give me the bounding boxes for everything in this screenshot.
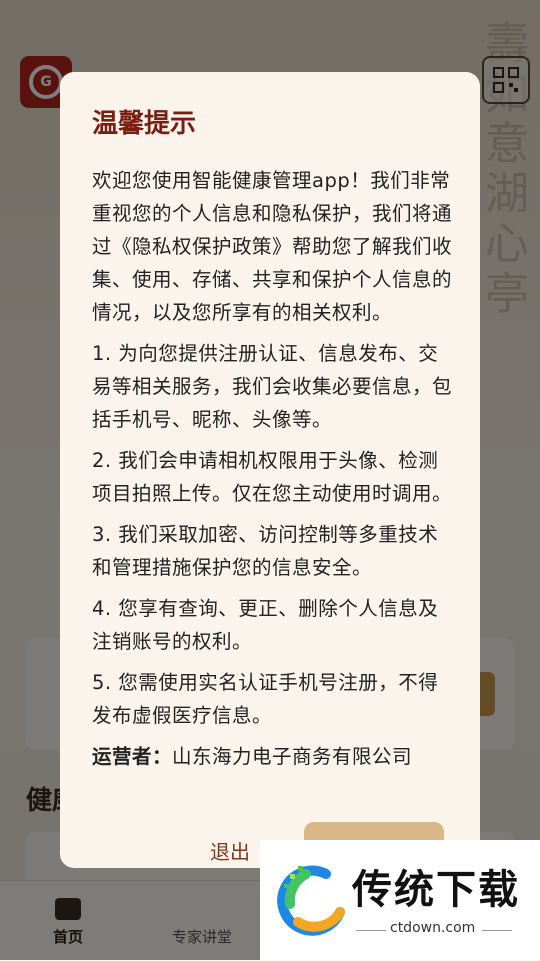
dialog-intro: 欢迎您使用智能健康管理app！我们非常重视您的个人信息和隐私保护，我们将通过《隐… — [92, 169, 452, 324]
dialog-item-3: 3. 我们采取加密、访问控制等多重技术和管理措施保护您的信息安全。 — [92, 523, 439, 579]
watermark-logo-icon — [277, 865, 345, 936]
dialog-item-4: 4. 您享有查询、更正、删除个人信息及注销账号的权利。 — [92, 597, 439, 653]
privacy-dialog: 温馨提示 欢迎您使用智能健康管理app！我们非常重视您的个人信息和隐私保护，我们… — [60, 72, 480, 868]
operator-label: 运营者： — [92, 745, 173, 768]
dialog-body[interactable]: 欢迎您使用智能健康管理app！我们非常重视您的个人信息和隐私保护，我们将通过《隐… — [92, 164, 452, 778]
dialog-item-2: 2. 我们会申请相机权限用于头像、检测项目拍照上传。仅在您主动使用时调用。 — [92, 449, 452, 505]
operator-value: 山东海力电子商务有限公司 — [172, 745, 413, 768]
dialog-item-5: 5. 您需使用实名认证手机号注册，不得发布虚假医疗信息。 — [92, 671, 439, 727]
dialog-item-1: 1. 为向您提供注册认证、信息发布、交易等相关服务，我们会收集必要信息，包括手机… — [92, 342, 452, 431]
watermark-domain: ctdown.com — [390, 920, 476, 936]
watermark-banner: 传统下载 ctdown.com — [260, 840, 540, 960]
watermark-brand: 传统下载 — [352, 867, 520, 913]
watermark-divider-left — [356, 930, 386, 931]
watermark-divider-right — [482, 930, 512, 931]
operator-line: 运营者：山东海力电子商务有限公司 — [92, 740, 452, 773]
dialog-title: 温馨提示 — [92, 109, 197, 139]
